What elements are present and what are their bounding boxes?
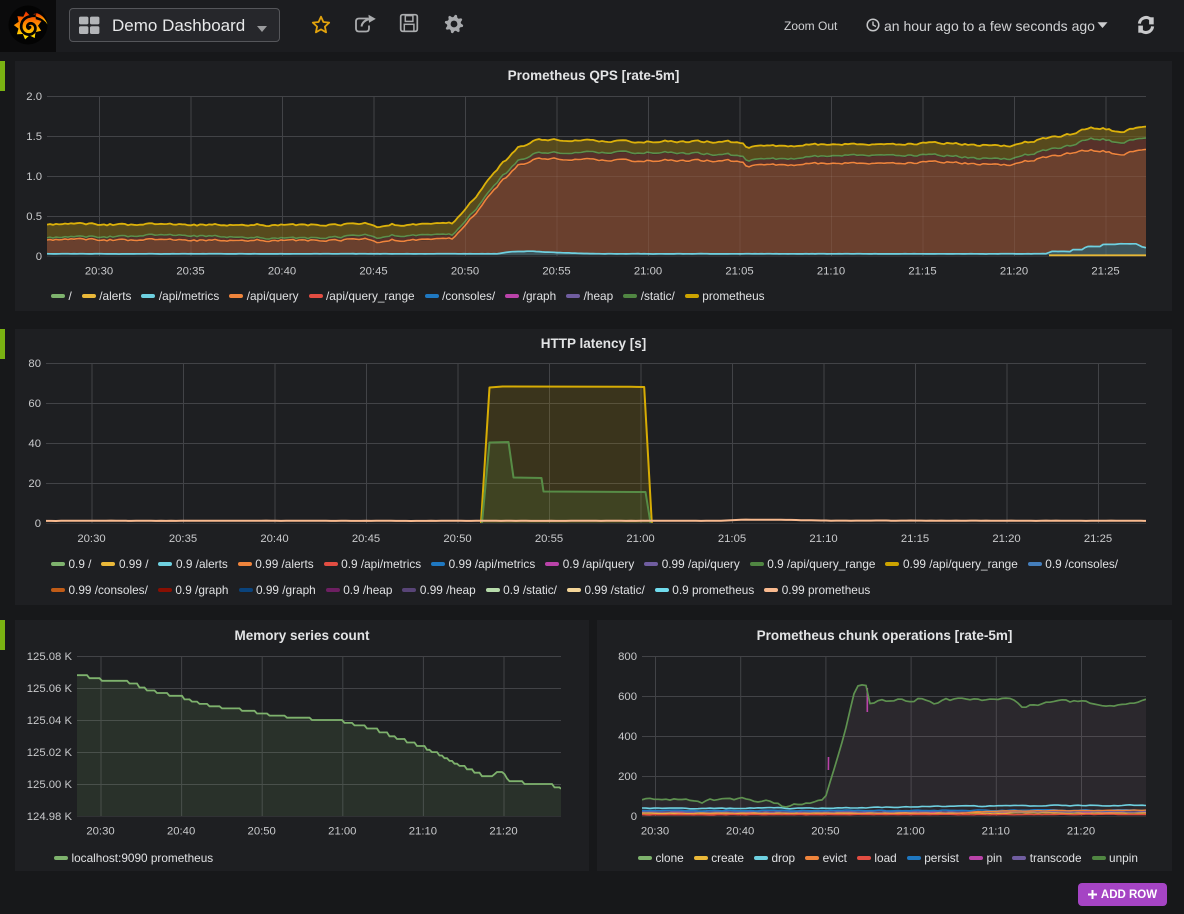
svg-text:0: 0 [35, 518, 41, 530]
svg-text:600: 600 [618, 691, 637, 703]
svg-text:20:40: 20:40 [268, 266, 296, 278]
svg-text:21:05: 21:05 [718, 533, 746, 545]
svg-text:20:40: 20:40 [260, 533, 288, 545]
svg-text:21:15: 21:15 [908, 266, 936, 278]
svg-text:21:10: 21:10 [817, 266, 845, 278]
svg-text:21:00: 21:00 [896, 826, 924, 838]
svg-text:20:45: 20:45 [359, 266, 387, 278]
svg-text:20:30: 20:30 [77, 533, 105, 545]
svg-text:20:30: 20:30 [86, 826, 114, 838]
svg-text:20: 20 [28, 478, 41, 490]
svg-text:1.0: 1.0 [26, 171, 42, 183]
svg-text:60: 60 [28, 398, 41, 410]
svg-text:21:25: 21:25 [1084, 533, 1112, 545]
svg-text:21:00: 21:00 [634, 266, 662, 278]
svg-text:21:20: 21:20 [992, 533, 1020, 545]
svg-text:400: 400 [618, 731, 637, 743]
svg-text:125.02 K: 125.02 K [27, 747, 73, 759]
svg-text:20:50: 20:50 [248, 826, 276, 838]
svg-text:40: 40 [28, 438, 41, 450]
svg-text:200: 200 [618, 771, 637, 783]
svg-text:20:35: 20:35 [176, 266, 204, 278]
svg-text:20:55: 20:55 [535, 533, 563, 545]
svg-text:21:25: 21:25 [1091, 266, 1119, 278]
svg-text:125.00 K: 125.00 K [27, 779, 73, 791]
svg-text:21:10: 21:10 [982, 826, 1010, 838]
svg-text:21:05: 21:05 [725, 266, 753, 278]
svg-text:800: 800 [618, 651, 637, 663]
svg-text:20:55: 20:55 [542, 266, 570, 278]
svg-text:1.5: 1.5 [26, 131, 42, 143]
svg-text:80: 80 [28, 358, 41, 370]
svg-text:21:15: 21:15 [901, 533, 929, 545]
svg-text:20:40: 20:40 [726, 826, 754, 838]
svg-text:20:45: 20:45 [352, 533, 380, 545]
svg-text:20:30: 20:30 [85, 266, 113, 278]
svg-text:21:20: 21:20 [1067, 826, 1095, 838]
svg-text:0: 0 [36, 251, 42, 263]
svg-text:21:20: 21:20 [1000, 266, 1028, 278]
svg-text:0.5: 0.5 [26, 211, 42, 223]
svg-text:21:20: 21:20 [489, 826, 517, 838]
svg-text:125.06 K: 125.06 K [27, 683, 73, 695]
svg-text:2.0: 2.0 [26, 91, 42, 103]
svg-text:124.98 K: 124.98 K [27, 811, 73, 823]
svg-text:20:30: 20:30 [641, 826, 669, 838]
svg-text:20:40: 20:40 [167, 826, 195, 838]
svg-text:125.08 K: 125.08 K [27, 651, 73, 663]
svg-text:125.04 K: 125.04 K [27, 715, 73, 727]
svg-text:21:10: 21:10 [809, 533, 837, 545]
svg-text:21:00: 21:00 [328, 826, 356, 838]
svg-text:20:35: 20:35 [169, 533, 197, 545]
svg-text:21:10: 21:10 [409, 826, 437, 838]
svg-text:21:00: 21:00 [626, 533, 654, 545]
svg-text:0: 0 [631, 811, 637, 823]
svg-text:20:50: 20:50 [451, 266, 479, 278]
svg-text:20:50: 20:50 [443, 533, 471, 545]
svg-text:20:50: 20:50 [811, 826, 839, 838]
